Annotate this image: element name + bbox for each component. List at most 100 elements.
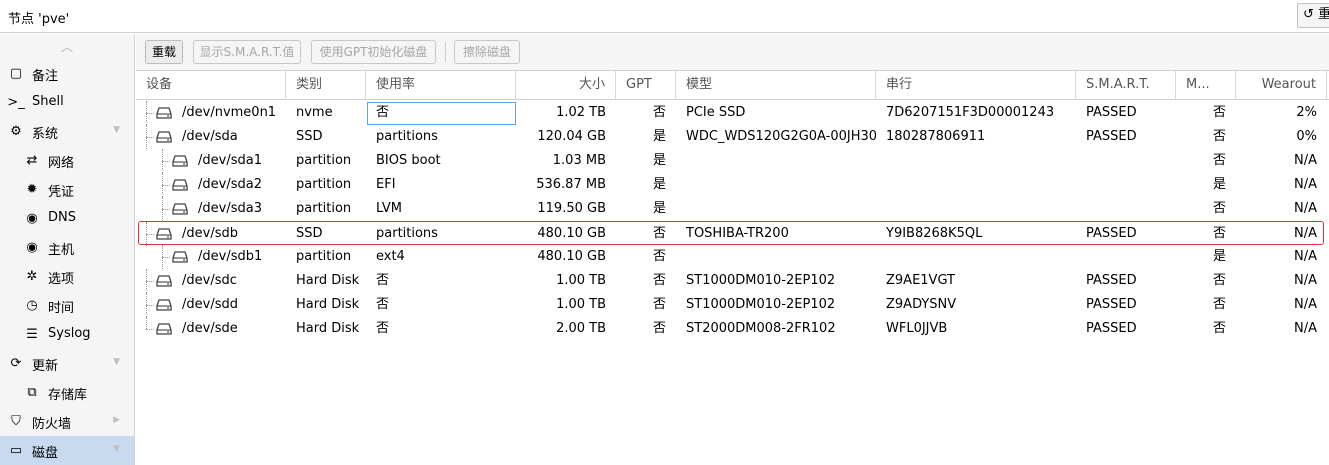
cell-usage: EFI xyxy=(376,177,396,192)
sidebar-item-12[interactable]: ⛉ 防火墙 ▶ xyxy=(0,407,134,436)
table-row[interactable]: /dev/sdb1 partition ext4 480.10 GB 否 是 N/A xyxy=(136,245,1329,269)
table-row[interactable]: /dev/nvme0n1 nvme 否 1.02 TB 否 PCIe SSD 7D62071… xyxy=(136,101,1329,125)
table-row[interactable]: /dev/sdd Hard Disk 否 1.00 TB 否 ST1000DM010-2E… xyxy=(136,293,1329,317)
cell-size: 480.10 GB xyxy=(537,249,606,264)
wipe-disk-button[interactable]: 擦除磁盘 xyxy=(454,40,520,64)
sidebar-item-0[interactable]: ▢ 备注 xyxy=(0,59,134,88)
cell-gpt: 是 xyxy=(652,201,666,216)
column-header-wearout[interactable]: Wearout xyxy=(1236,71,1327,100)
cell-type: Hard Disk xyxy=(296,321,360,336)
cell-size: 1.02 TB xyxy=(556,105,606,120)
sidebar-item-11[interactable]: ⧉ 存储库 xyxy=(0,378,134,407)
sidebar-item-3[interactable]: ⇄ 网络 xyxy=(0,146,134,175)
cell-usage: partitions xyxy=(376,129,438,144)
network-icon: ⇄ xyxy=(26,152,38,168)
table-row[interactable]: /dev/sda2 partition EFI 536.87 MB 是 是 N/A xyxy=(136,173,1329,197)
tree-connector xyxy=(146,222,147,246)
scroll-up-chevron-icon[interactable]: ︿ xyxy=(61,38,77,54)
chevron-down-icon[interactable]: ▼ xyxy=(113,357,120,367)
cell-size: 1.00 TB xyxy=(556,297,606,312)
cell-serial xyxy=(876,149,1076,173)
reload-button[interactable]: 重载 xyxy=(145,40,183,64)
chevron-down-icon[interactable]: ▼ xyxy=(113,125,120,135)
cell-model: WDC_WDS120G2G0A-00JH30 xyxy=(686,129,876,144)
cell-type: partition xyxy=(296,153,352,168)
disk-icon: ▭ xyxy=(9,442,23,458)
cell-size: 1.00 TB xyxy=(556,273,606,288)
cell-model xyxy=(676,149,876,173)
cell-size: 2.00 TB xyxy=(556,321,606,336)
sidebar-item-6[interactable]: ◉ 主机 xyxy=(0,233,134,262)
hard-drive-icon xyxy=(156,299,172,311)
cell-usage: 否 xyxy=(376,321,390,336)
sidebar-item-7[interactable]: ✲ 选项 xyxy=(0,262,134,291)
node-sidebar: ︿ ▢ 备注 >_ Shell ⚙ 系统 ▼ ⇄ 网络 ✹ 凭证 ◉ DNS ◉ 主机 ✲ 选项 ◷ 时间 ☰ Sysl… xyxy=(0,34,135,465)
cell-mounted: 是 xyxy=(1212,249,1226,264)
cell-wearout: N/A xyxy=(1294,177,1317,192)
cell-device: /dev/nvme0n1 xyxy=(182,105,277,120)
cell-mounted: 否 xyxy=(1212,105,1226,120)
sidebar-item-label: 时间 xyxy=(48,301,75,316)
table-row[interactable]: /dev/sda3 partition LVM 119.50 GB 是 否 N/A xyxy=(136,197,1329,221)
cell-wearout: N/A xyxy=(1294,273,1317,288)
table-row[interactable]: /dev/sdc Hard Disk 否 1.00 TB 否 ST1000DM010-2E… xyxy=(136,269,1329,293)
hard-drive-icon xyxy=(156,107,172,119)
column-header-type[interactable]: 类别 xyxy=(286,71,366,100)
column-header-mounted[interactable]: M... xyxy=(1176,71,1236,100)
reload-header-button[interactable]: ↺ 重 xyxy=(1297,3,1329,28)
cell-mounted: 否 xyxy=(1212,201,1226,216)
cell-model: TOSHIBA-TR200 xyxy=(686,226,789,241)
column-header-size[interactable]: 大小 xyxy=(516,71,616,100)
chevron-right-icon[interactable]: ▶ xyxy=(113,415,120,425)
cell-size: 120.04 GB xyxy=(537,129,606,144)
sidebar-item-4[interactable]: ✹ 凭证 xyxy=(0,175,134,204)
shield-icon: ⛉ xyxy=(11,413,21,429)
table-row[interactable]: /dev/sda SSD partitions 120.04 GB 是 WDC_WDS12… xyxy=(136,125,1329,149)
sidebar-item-label: DNS xyxy=(48,210,76,225)
cell-wearout: N/A xyxy=(1294,321,1317,336)
reload-header-label: 重 xyxy=(1318,7,1329,22)
sidebar-item-label: 主机 xyxy=(48,243,75,258)
sidebar-item-label: 防火墙 xyxy=(32,417,72,432)
cell-smart: PASSED xyxy=(1086,321,1137,336)
tree-connector xyxy=(146,281,154,282)
cell-serial xyxy=(876,197,1076,221)
chevron-down-icon[interactable]: ▼ xyxy=(113,444,120,454)
column-header-gpt[interactable]: GPT xyxy=(616,71,676,100)
sidebar-item-label: 凭证 xyxy=(48,185,75,200)
sidebar-item-label: 备注 xyxy=(32,69,59,84)
column-header-smart[interactable]: S.M.A.R.T. xyxy=(1076,71,1176,100)
cell-device: /dev/sda3 xyxy=(198,201,262,216)
globe-icon: ◉ xyxy=(26,210,38,226)
table-row[interactable]: /dev/sdb SSD partitions 480.10 GB 否 TOSHIBA-T… xyxy=(138,221,1324,246)
cell-wearout: N/A xyxy=(1294,201,1317,216)
tree-connector xyxy=(146,317,147,329)
list-icon: ☰ xyxy=(26,326,38,342)
sidebar-item-8[interactable]: ◷ 时间 xyxy=(0,291,134,320)
cell-gpt: 是 xyxy=(652,129,666,144)
sidebar-item-10[interactable]: ⟳ 更新 ▼ xyxy=(0,349,134,378)
tree-connector xyxy=(146,101,147,125)
column-header-device[interactable]: 设备 xyxy=(136,71,286,100)
column-header-usage[interactable]: 使用率 xyxy=(366,71,516,100)
cell-type: partition xyxy=(296,201,352,216)
table-row[interactable]: /dev/sde Hard Disk 否 2.00 TB 否 ST2000DM008-2F… xyxy=(136,317,1329,341)
sidebar-item-1[interactable]: >_ Shell xyxy=(0,88,134,117)
sidebar-item-13[interactable]: ▭ 磁盘 ▼ xyxy=(0,436,134,465)
sidebar-item-9[interactable]: ☰ Syslog xyxy=(0,320,134,349)
show-smart-button[interactable]: 显示S.M.A.R.T.值 xyxy=(193,40,301,64)
cogs-icon: ⚙ xyxy=(10,123,22,139)
table-row[interactable]: /dev/sda1 partition BIOS boot 1.03 MB 是 否 N/A xyxy=(136,149,1329,173)
cell-type: SSD xyxy=(296,226,323,241)
column-header-model[interactable]: 模型 xyxy=(676,71,876,100)
init-gpt-button[interactable]: 使用GPT初始化磁盘 xyxy=(311,40,436,64)
notes-icon: ▢ xyxy=(9,65,23,81)
sidebar-item-5[interactable]: ◉ DNS xyxy=(0,204,134,233)
column-header-serial[interactable]: 串行 xyxy=(876,71,1076,100)
cell-mounted: 否 xyxy=(1212,129,1226,144)
sidebar-item-2[interactable]: ⚙ 系统 ▼ xyxy=(0,117,134,146)
cell-serial: 180287806911 xyxy=(886,129,986,144)
cell-type: nvme xyxy=(296,105,333,120)
sidebar-item-label: 存储库 xyxy=(48,388,88,403)
repository-icon: ⧉ xyxy=(27,384,37,400)
